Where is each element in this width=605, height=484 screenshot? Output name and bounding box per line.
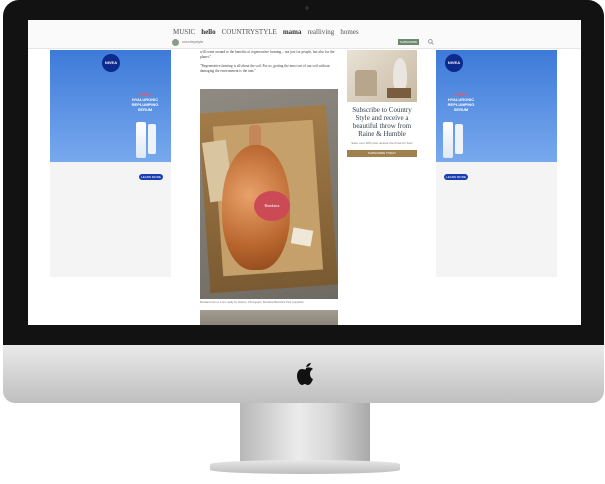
brand-mama[interactable]: mama <box>283 28 302 36</box>
vase <box>393 58 407 92</box>
ham-photo[interactable]: Bundarra <box>200 89 338 299</box>
ad-line-3: SERUM <box>453 107 469 112</box>
brand-music[interactable]: MUSIC <box>173 28 195 36</box>
ad-banner: NIVEA STEP 1 HYALURONIC REPLUMPING SERUM <box>436 50 557 162</box>
ad-left[interactable]: NIVEA STEP 1 HYALURONIC REPLUMPING SERUM… <box>50 50 171 277</box>
site-logo-icon[interactable] <box>172 39 179 46</box>
subscribe-today-button[interactable]: SUBSCRIBE TODAY <box>347 150 417 157</box>
info-card <box>290 227 314 247</box>
photo-caption: Bundarra ham in a box ready for delivery… <box>200 301 304 304</box>
ad-text: STEP 1 HYALURONIC REPLUMPING SERUM <box>120 92 170 112</box>
ad-banner: NIVEA STEP 1 HYALURONIC REPLUMPING SERUM <box>50 50 171 162</box>
ad-text: STEP 1 HYALURONIC REPLUMPING SERUM <box>436 92 486 112</box>
article-paragraph: "Regenerative farming is all about the s… <box>200 64 330 73</box>
brand-nav: MUSIC hello COUNTRYSTYLE mama realliving… <box>173 25 359 39</box>
next-photo[interactable] <box>200 310 338 325</box>
screen: MUSIC hello COUNTRYSTYLE mama realliving… <box>28 20 581 325</box>
subscribe-button[interactable]: SUBSCRIBE <box>398 39 419 45</box>
ham-label: Bundarra <box>254 191 290 221</box>
apple-logo-icon <box>297 363 313 385</box>
imac-foot <box>210 460 400 474</box>
promo-title: Subscribe to Country Style and receive a… <box>352 106 412 138</box>
search-icon[interactable] <box>428 39 434 45</box>
promo-subtitle: Save over 30% plus receive the throw for… <box>351 141 413 145</box>
serum-box-image <box>455 124 463 154</box>
brand-hello[interactable]: hello <box>201 28 215 36</box>
ad-line-3: SERUM <box>137 107 153 112</box>
serum-box-image <box>148 124 156 154</box>
chair <box>355 70 377 96</box>
site-name[interactable]: countrystyle <box>182 39 203 44</box>
learn-more-button[interactable]: LEARN MORE <box>444 174 468 180</box>
site-header: MUSIC hello COUNTRYSTYLE mama realliving… <box>28 20 581 49</box>
serum-bottle-image <box>136 122 146 158</box>
camera-dot <box>305 6 309 10</box>
imac-stand <box>240 403 370 465</box>
learn-more-button[interactable]: LEARN MORE <box>139 174 163 180</box>
nivea-logo: NIVEA <box>102 54 120 72</box>
brand-countrystyle[interactable]: COUNTRYSTYLE <box>222 28 277 36</box>
stool <box>387 88 411 98</box>
ad-right[interactable]: NIVEA STEP 1 HYALURONIC REPLUMPING SERUM… <box>436 50 557 277</box>
subscribe-promo: Subscribe to Country Style and receive a… <box>347 50 417 157</box>
serum-bottle-image <box>443 122 453 158</box>
article-body: will come around to the benefits of rege… <box>200 50 338 325</box>
nivea-logo: NIVEA <box>445 54 463 72</box>
brand-realliving[interactable]: realliving <box>307 28 334 36</box>
promo-image[interactable] <box>347 50 417 102</box>
brand-homes[interactable]: homes <box>340 28 358 36</box>
article-paragraph: will come around to the benefits of rege… <box>200 50 335 59</box>
